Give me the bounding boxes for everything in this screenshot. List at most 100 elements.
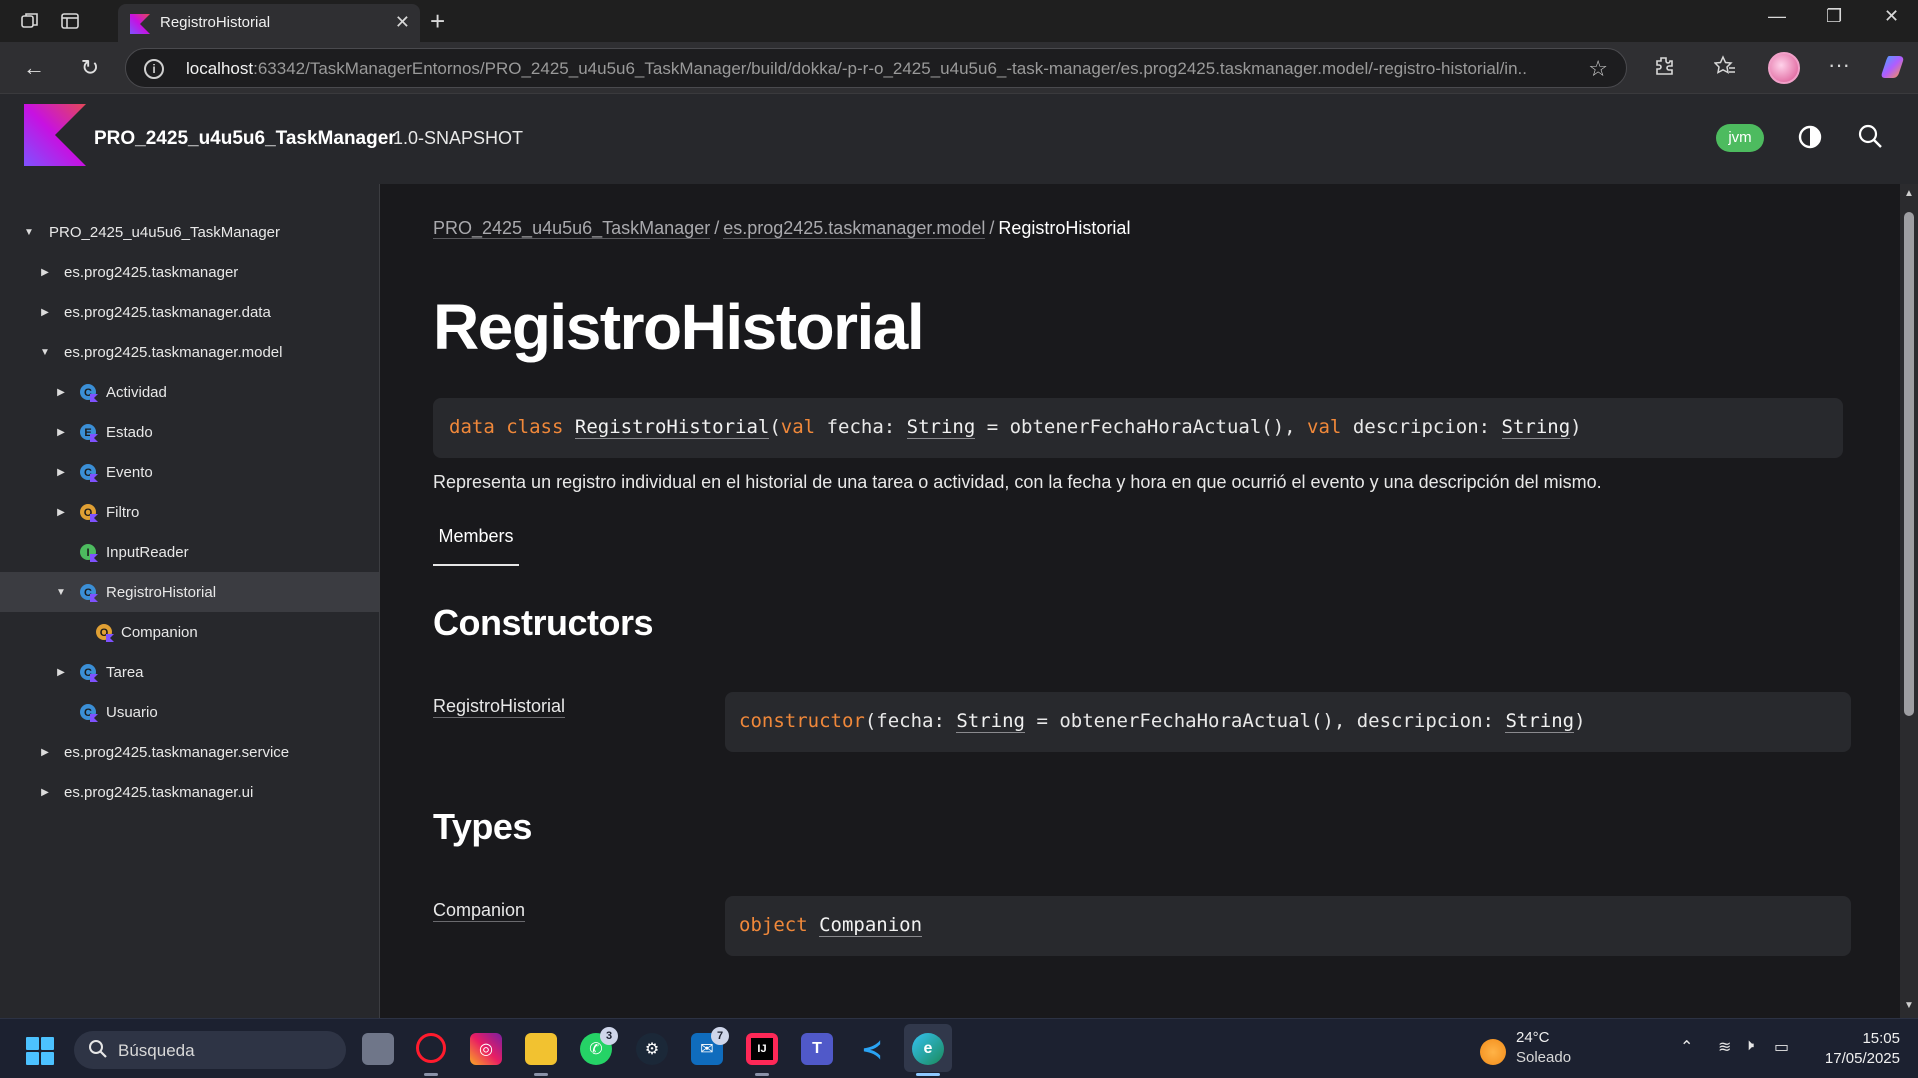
more-menu-icon[interactable]: ··· [1828,52,1850,78]
search-icon[interactable] [1857,123,1883,149]
keyword-val: val [1307,416,1342,438]
new-tab-icon[interactable]: + [430,6,445,37]
nav-item-actividad[interactable]: ▶ C Actividad [0,372,379,412]
type-string-link[interactable]: String [1505,710,1575,733]
system-clock[interactable]: 15:05 17/05/2025 [1810,1029,1900,1069]
url-text[interactable]: localhost:63342/TaskManagerEntornos/PRO_… [186,59,1526,79]
scroll-thumb[interactable] [1904,212,1914,716]
site-info-icon[interactable]: i [144,59,164,79]
favorites-icon[interactable] [1713,55,1736,83]
enum-icon: E [80,424,98,442]
profile-avatar[interactable] [1768,52,1800,84]
scroll-up-icon[interactable]: ▲ [1904,188,1914,199]
vertical-scrollbar[interactable]: ▲ ▼ [1900,184,1918,1018]
companion-link[interactable]: Companion [433,900,526,922]
expanded-arrow-icon[interactable]: ▼ [40,347,50,358]
close-window-icon[interactable]: ✕ [1884,6,1899,27]
collapsed-arrow-icon[interactable]: ▶ [56,667,66,678]
favorite-star-icon[interactable]: ☆ [1588,56,1608,82]
type-string-link[interactable]: String [956,710,1025,733]
constructor-link[interactable]: RegistroHistorial [433,696,566,718]
tab-registrohistorial[interactable]: RegistroHistorial ✕ [118,4,420,42]
collapsed-arrow-icon[interactable]: ▶ [40,267,50,278]
nav-item-package-taskmanager[interactable]: ▶ es.prog2425.taskmanager [0,252,379,292]
nav-item-label: PRO_2425_u4u5u6_TaskManager [49,223,280,241]
constructor-signature: constructor(fecha: String = obtenerFecha… [725,692,1851,752]
scroll-down-icon[interactable]: ▼ [1904,1000,1914,1011]
nav-item-package-data[interactable]: ▶ es.prog2425.taskmanager.data [0,292,379,332]
project-name[interactable]: PRO_2425_u4u5u6_TaskManager [94,128,396,150]
instagram-icon[interactable]: ◎ [470,1033,502,1065]
type-string-link[interactable]: String [1501,416,1571,439]
copilot-icon[interactable] [1880,53,1908,87]
back-icon[interactable]: ← [20,54,48,82]
battery-icon[interactable]: ▭ [1774,1037,1789,1057]
project-version: 1.0-SNAPSHOT [393,128,524,148]
main-content: PRO_2425_u4u5u6_TaskManager / es.prog2425.… [381,184,1900,1018]
wifi-icon[interactable]: ≋ [1718,1037,1731,1057]
nav-item-label: Evento [106,463,153,481]
volume-muted-icon[interactable]: 🕨 [1744,1037,1754,1055]
tab-actions-icon[interactable] [58,9,82,33]
expanded-arrow-icon[interactable]: ▼ [24,227,34,238]
nav-item-package-model[interactable]: ▼ es.prog2425.taskmanager.model [0,332,379,372]
extensions-icon[interactable] [1653,55,1675,83]
url-field[interactable]: i localhost:63342/TaskManagerEntornos/PR… [125,48,1627,88]
nav-item-inputreader[interactable]: I InputReader [0,532,379,572]
types-heading: Types [433,806,532,847]
nav-item-package-service[interactable]: ▶ es.prog2425.taskmanager.service [0,732,379,772]
tray-overflow-icon[interactable]: ⌃ [1680,1037,1693,1057]
nav-item-label: es.prog2425.taskmanager [64,263,239,281]
class-name-link[interactable]: RegistroHistorial [574,416,770,439]
platform-filter-badge[interactable]: jvm [1716,124,1764,152]
kotlin-logo-icon[interactable] [24,104,86,166]
collapsed-arrow-icon[interactable]: ▶ [56,467,66,478]
app-running-indicator [534,1073,548,1076]
whatsapp-icon[interactable]: ✆ 3 [580,1027,618,1065]
keyword-data: data [449,416,495,438]
notification-badge: 3 [600,1027,618,1045]
breadcrumb-project[interactable]: PRO_2425_u4u5u6_TaskManager [433,218,711,239]
steam-icon[interactable]: ⚙ [636,1033,668,1065]
reload-icon[interactable]: ↻ [76,54,104,82]
nav-item-registrohistorial[interactable]: ▼ C RegistroHistorial [0,572,379,612]
collapsed-arrow-icon[interactable]: ▶ [40,787,50,798]
nav-item-estado[interactable]: ▶ E Estado [0,412,379,452]
opera-icon[interactable] [416,1033,446,1063]
vscode-icon[interactable]: ≺ [856,1033,888,1065]
collapsed-arrow-icon[interactable]: ▶ [56,507,66,518]
close-tab-icon[interactable]: ✕ [395,12,410,33]
theme-toggle-icon[interactable] [1797,124,1823,150]
task-view-icon[interactable] [362,1033,394,1065]
nav-item-usuario[interactable]: C Usuario [0,692,379,732]
workspaces-icon[interactable] [18,9,42,33]
breadcrumb-package[interactable]: es.prog2425.taskmanager.model [723,218,986,239]
collapsed-arrow-icon[interactable]: ▶ [56,387,66,398]
companion-name-link[interactable]: Companion [819,914,923,937]
minimize-icon[interactable]: — [1768,6,1786,27]
intellij-icon[interactable]: IJ [746,1033,778,1065]
signature-paren: ) [1574,710,1586,732]
tab-members[interactable]: Members [433,526,519,566]
teams-icon[interactable]: T [801,1033,833,1065]
expanded-arrow-icon[interactable]: ▼ [56,587,66,598]
nav-item-evento[interactable]: ▶ C Evento [0,452,379,492]
collapsed-arrow-icon[interactable]: ▶ [40,747,50,758]
nav-item-project[interactable]: ▼ PRO_2425_u4u5u6_TaskManager [0,212,379,252]
windows-start-icon[interactable] [26,1037,54,1065]
nav-item-filtro[interactable]: ▶ O Filtro [0,492,379,532]
nav-item-package-ui[interactable]: ▶ es.prog2425.taskmanager.ui [0,772,379,812]
restore-icon[interactable]: ❐ [1826,6,1842,27]
nav-item-companion[interactable]: O Companion [0,612,379,652]
taskbar-search[interactable]: Búsqueda [74,1031,346,1069]
collapsed-arrow-icon[interactable]: ▶ [56,427,66,438]
outlook-icon[interactable]: ✉ 7 [691,1027,729,1065]
kotlin-favicon-icon [130,14,150,34]
file-explorer-icon[interactable] [525,1033,557,1065]
edge-icon[interactable]: e [912,1033,944,1065]
collapsed-arrow-icon[interactable]: ▶ [40,307,50,318]
nav-item-tarea[interactable]: ▶ C Tarea [0,652,379,692]
clock-time: 15:05 [1862,1030,1900,1047]
class-signature: data class RegistroHistorial(val fecha: … [433,398,1843,458]
type-string-link[interactable]: String [906,416,976,439]
